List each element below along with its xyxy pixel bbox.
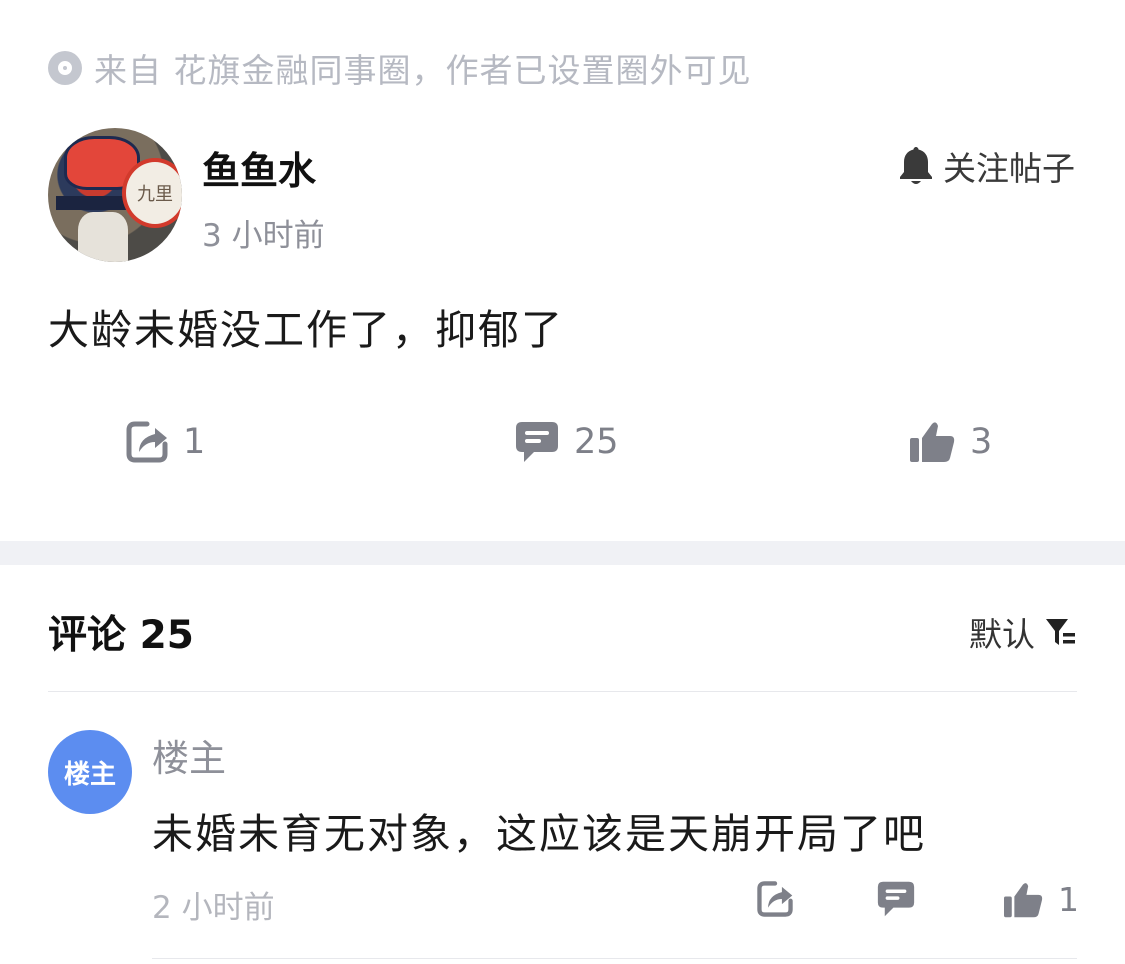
author-name[interactable]: 鱼鱼水 (202, 140, 316, 195)
source-line: 来自 花旗金融同事圈，作者已设置圈外可见 (48, 44, 752, 92)
comments-title: 评论 25 (48, 613, 194, 658)
avatar-figure (78, 212, 128, 262)
section-divider (0, 541, 1125, 565)
comment-share-button[interactable] (756, 880, 794, 918)
post-time: 3 小时前 (202, 218, 325, 254)
post-detail-page: 来自 花旗金融同事圈，作者已设置圈外可见 九里 鱼鱼水 3 小时前 关注帖子 大… (0, 0, 1125, 964)
share-icon (126, 421, 168, 463)
comment-icon (877, 881, 915, 917)
avatar-drum: 九里 (122, 158, 182, 228)
comment-icon (516, 422, 558, 462)
sort-button[interactable]: 默认 (969, 608, 1077, 656)
thumbs-up-icon (910, 422, 955, 462)
thumbs-up-icon (1004, 882, 1043, 917)
bell-icon (900, 147, 932, 184)
comment-like-button[interactable]: 1 (1002, 880, 1079, 919)
circle-dot-icon (48, 51, 82, 85)
source-text: 来自 花旗金融同事圈，作者已设置圈外可见 (94, 51, 752, 90)
share-count: 1 (183, 422, 206, 462)
commenter-avatar[interactable]: 楼主 (48, 730, 132, 814)
commenter-name[interactable]: 楼主 (152, 728, 226, 782)
comment-time: 2 小时前 (152, 890, 275, 926)
post-body: 大龄未婚没工作了，抑郁了 (48, 306, 564, 354)
like-button[interactable]: 3 (908, 420, 992, 464)
author-avatar[interactable]: 九里 (48, 128, 182, 262)
comment-count: 25 (574, 422, 619, 462)
post-action-bar: 1 25 3 (0, 420, 1125, 490)
share-button[interactable]: 1 (125, 420, 205, 464)
filter-icon (1046, 619, 1075, 645)
comment-like-count: 1 (1058, 880, 1079, 919)
share-icon (757, 881, 793, 917)
comment-button[interactable]: 25 (514, 420, 619, 464)
comment-text: 未婚未育无对象，这应该是天崩开局了吧 (152, 810, 926, 858)
divider-line (48, 691, 1077, 692)
like-count: 3 (970, 422, 993, 462)
divider-line (152, 958, 1077, 959)
follow-label: 关注帖子 (943, 149, 1075, 188)
follow-post-button[interactable]: 关注帖子 (897, 142, 1075, 190)
comment-reply-button[interactable] (876, 880, 916, 918)
sort-label: 默认 (969, 615, 1035, 654)
